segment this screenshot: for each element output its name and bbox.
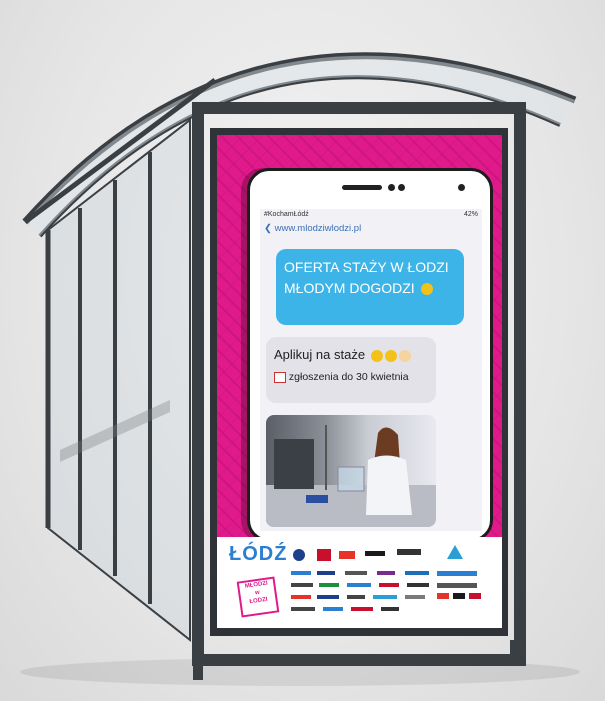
laboratory-photo (266, 415, 436, 527)
sponsor-logo-2 (317, 549, 331, 561)
sponsor-logos (291, 545, 481, 611)
sunglasses-emoji-icon (420, 283, 433, 296)
nerd-emoji-icon (384, 349, 397, 362)
phone-speaker (342, 185, 382, 190)
sponsor-logo-20 (317, 595, 339, 599)
sponsor-logo-21 (347, 595, 365, 599)
headline-message-bubble: OFERTA STAŻY W ŁODZI MŁODYM DOGODZI (276, 249, 464, 325)
sponsor-logo-19 (291, 595, 311, 599)
apply-text: Aplikuj na staże (274, 347, 366, 362)
phone-screen: #KochamŁódź 42% ❮ www.mlodziwlodzi.pl OF… (260, 209, 482, 531)
back-chevron-icon: ❮ (264, 223, 275, 234)
sponsor-logo-4 (365, 551, 385, 556)
apply-message-bubble: Aplikuj na staże zgłoszenia do 30 kwietn… (266, 337, 436, 403)
sponsor-logo-7 (291, 571, 311, 575)
sponsor-logo-17 (407, 583, 429, 587)
sponsor-logo-13 (291, 583, 313, 587)
deadline-line: zgłoszenia do 30 kwietnia (274, 371, 428, 383)
sponsor-footer: ŁÓDŹ MŁODZI w ŁODZI (217, 537, 502, 628)
sponsor-logo-23 (405, 595, 425, 599)
sponsor-logo-5 (397, 549, 421, 555)
sponsor-logo-29 (351, 607, 373, 611)
phone-sensor (398, 184, 405, 191)
laboratory-photo-art (266, 425, 436, 527)
sponsor-logo-10 (377, 571, 395, 575)
sponsor-logo-14 (319, 583, 339, 587)
sponsor-logo-11 (405, 571, 429, 575)
sponsor-logo-16 (379, 583, 399, 587)
phone-camera (388, 184, 395, 191)
sponsor-logo-3 (339, 551, 355, 559)
calendar-emoji-icon (274, 371, 286, 383)
sponsor-logo-18 (437, 583, 477, 588)
sponsor-logo-24 (437, 593, 449, 599)
sponsor-logo-27 (291, 607, 315, 611)
sponsor-logo-9 (345, 571, 367, 575)
lodz-logo: ŁÓDŹ (229, 543, 287, 566)
advertising-poster: #KochamŁódź 42% ❮ www.mlodziwlodzi.pl OF… (217, 135, 502, 628)
sponsor-logo-25 (453, 593, 465, 599)
headline-line-2: MŁODYM DOGODZI (284, 278, 456, 299)
deadline-text: zgłoszenia do 30 kwietnia (288, 371, 409, 383)
status-bar: #KochamŁódź 42% (264, 211, 478, 218)
scientist-lab-coat (366, 455, 412, 515)
grin-emoji-icon (370, 349, 383, 362)
phone-front-camera (458, 184, 465, 191)
sponsor-logo-26 (469, 593, 481, 599)
blue-tray (306, 495, 328, 503)
url-text: www.mlodziwlodzi.pl (274, 223, 362, 234)
sponsor-logo-30 (381, 607, 399, 611)
headline-line-2-text: MŁODYM DOGODZI (284, 280, 415, 296)
sponsor-logo-12 (437, 571, 477, 576)
apply-line: Aplikuj na staże (274, 347, 428, 362)
battery-status: 42% (463, 211, 478, 218)
thumbs-up-emoji-icon (398, 349, 411, 362)
sponsor-logo-15 (347, 583, 371, 587)
lab-equipment (274, 439, 314, 489)
status-hashtag: #KochamŁódź (264, 211, 309, 218)
lodz-logo-text: ŁÓDŹ (229, 543, 288, 565)
sponsor-logo-1 (293, 549, 305, 561)
sponsor-logo-6 (447, 545, 463, 559)
url-bar: ❮ www.mlodziwlodzi.pl (264, 223, 361, 234)
sponsor-logo-8 (317, 571, 335, 575)
mlodzi-w-lodzi-stamp: MŁODZI w ŁODZI (236, 576, 280, 618)
headline-line-1: OFERTA STAŻY W ŁODZI (284, 259, 449, 275)
sponsor-logo-22 (373, 595, 397, 599)
sponsor-logo-28 (323, 607, 343, 611)
beaker (337, 466, 365, 492)
smartphone-illustration: #KochamŁódź 42% ❮ www.mlodziwlodzi.pl OF… (247, 168, 493, 542)
